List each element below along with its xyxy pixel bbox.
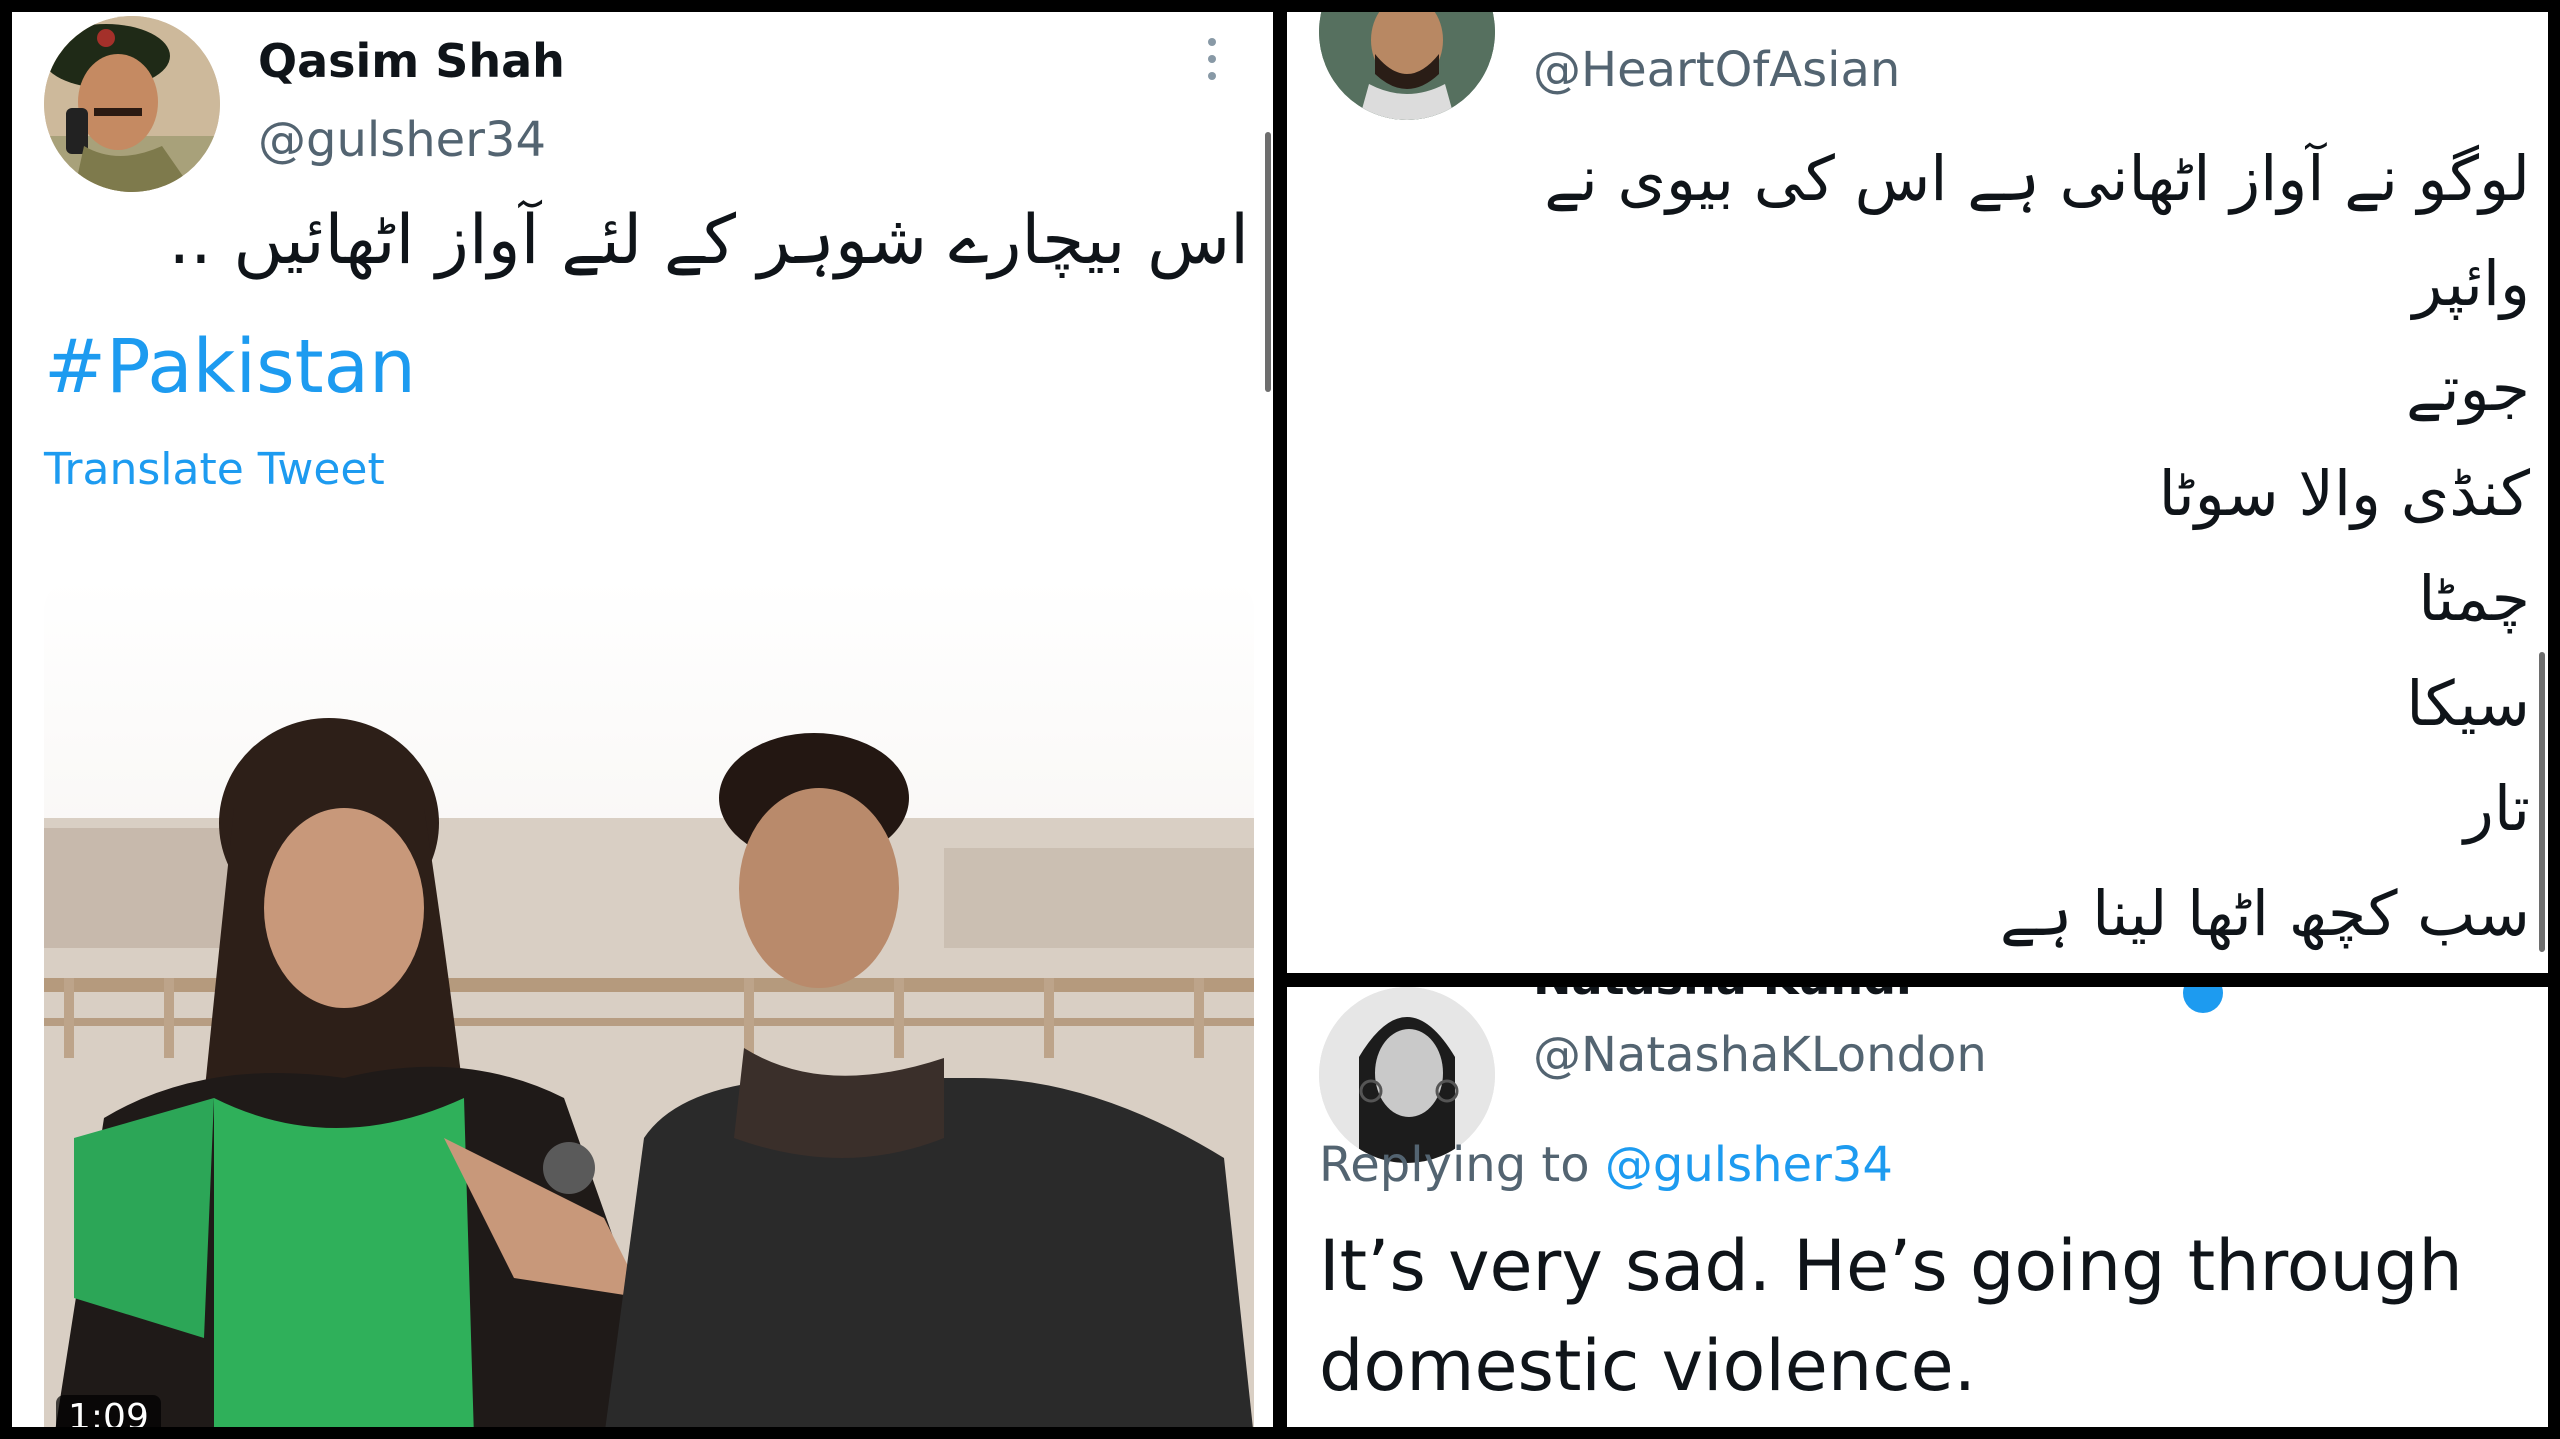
- avatar-portrait-icon: [44, 16, 220, 192]
- replying-to-handle-link[interactable]: @gulsher34: [1605, 1137, 1893, 1193]
- scrollbar[interactable]: [2539, 652, 2545, 952]
- author-handle[interactable]: @NatashaKLondon: [1533, 1027, 1987, 1083]
- author-name[interactable]: Qasim Shah: [258, 34, 565, 88]
- scrollbar[interactable]: [1265, 132, 1271, 392]
- tweet-text-line-7: تار: [2463, 772, 2530, 845]
- tweet-text-line-1: لوگو نے آواز اٹھانی ہے اس کی بیوی نے: [1544, 142, 2530, 215]
- tweet-text-line-8: سب کچھ اٹھا لینا ہے: [1999, 877, 2530, 950]
- author-handle[interactable]: @gulsher34: [258, 112, 546, 168]
- tweet-text-line-6: سیکا: [2406, 667, 2530, 740]
- video-duration-badge: 1:09: [56, 1395, 161, 1427]
- tweet-text-line-5: چمٹا: [2418, 562, 2530, 635]
- avatar-qasim-shah[interactable]: [44, 16, 220, 192]
- video-player[interactable]: 1:09: [44, 578, 1254, 1427]
- replying-to-label: Replying to: [1319, 1137, 1590, 1193]
- tweet-text-line-3: جوتے: [2406, 352, 2530, 425]
- avatar-heartofasian[interactable]: [1319, 12, 1495, 120]
- author-name-cropped[interactable]: Natasha Kundi: [1533, 987, 1912, 1005]
- avatar-portrait-icon: [1319, 12, 1495, 120]
- video-frame-image: [44, 578, 1254, 1427]
- reply-text-line-1: It’s very sad. He’s going through: [1319, 1225, 2463, 1307]
- reply-text-line-2: domestic violence.: [1319, 1325, 1977, 1407]
- author-handle[interactable]: @HeartOfAsian: [1533, 42, 1900, 98]
- translate-tweet-link[interactable]: Translate Tweet: [44, 444, 385, 495]
- tweet-text-line-4: کنڈی والا سوٹا: [2158, 457, 2530, 530]
- replying-to-line: Replying to @gulsher34: [1319, 1137, 1893, 1193]
- tweet-text: اس بیچارے شوہر کے لئے آواز اٹھائیں ..: [168, 201, 1250, 280]
- verified-badge-icon: [2183, 987, 2223, 1013]
- tweet-text-line-2: وائپر: [2412, 247, 2530, 320]
- tweet-heartofasian: @HeartOfAsian لوگو نے آواز اٹھانی ہے اس …: [1287, 12, 2548, 973]
- hashtag-link[interactable]: #Pakistan: [44, 324, 416, 410]
- more-options-icon[interactable]: [1208, 38, 1216, 80]
- tweet-qasim-shah: Qasim Shah @gulsher34 اس بیچارے شوہر کے …: [12, 12, 1273, 1427]
- tweet-natasha: Natasha Kundi @NatashaKLondon Replying t…: [1287, 987, 2548, 1427]
